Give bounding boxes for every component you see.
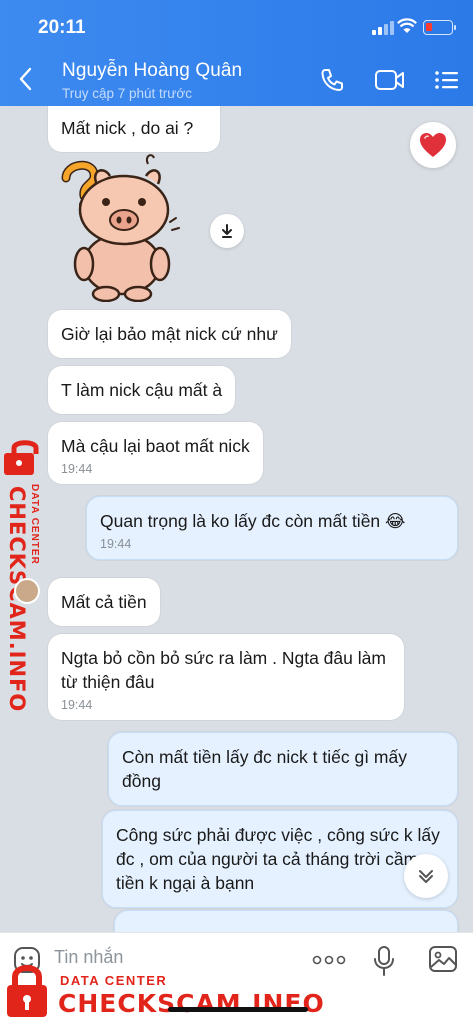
message-bubble-mine[interactable]: Công sức phải được việc , công sức k lấy… xyxy=(102,810,458,908)
back-icon[interactable] xyxy=(14,64,38,94)
watermark-subtitle: DATA CENTER xyxy=(29,484,40,565)
lock-icon xyxy=(4,440,39,475)
message-bubble[interactable]: Mà cậu lại baot mất nick 19:44 xyxy=(48,422,263,484)
chevron-double-down-icon xyxy=(419,870,433,883)
message-text: T làm nick cậu mất à xyxy=(61,380,223,400)
lock-icon xyxy=(7,965,47,1017)
home-indicator xyxy=(168,1007,308,1012)
download-button[interactable] xyxy=(210,214,244,248)
message-text: Quan trọng là ko lấy đc còn mất tiền 😂 xyxy=(100,511,406,531)
message-input[interactable]: Tin nhắn xyxy=(54,947,123,968)
message-input-bar: Tin nhắn DATA CENTER CHECKSCAM.INFO xyxy=(0,932,473,1024)
message-text: Mà cậu lại baot mất nick xyxy=(61,436,250,456)
message-time: 19:44 xyxy=(61,462,93,476)
phone-icon[interactable] xyxy=(318,66,346,94)
message-bubble[interactable]: T làm nick cậu mất à xyxy=(48,366,236,414)
message-text: Mất cả tiền xyxy=(61,592,147,612)
heart-reaction-button[interactable] xyxy=(410,122,456,168)
more-options-icon[interactable] xyxy=(312,955,346,965)
chat-header: 20:11 Nguyễn Hoàng Quân Truy cập 7 phút … xyxy=(0,0,473,106)
message-text: Mất nick , do ai ? xyxy=(61,118,194,138)
battery-icon xyxy=(423,20,456,35)
status-time: 20:11 xyxy=(38,17,86,38)
message-text: Còn mất tiền lấy đc nick t tiếc gì mấy đ… xyxy=(122,747,407,791)
avatar[interactable] xyxy=(14,578,40,604)
signal-icon xyxy=(372,21,394,35)
contact-name[interactable]: Nguyễn Hoàng Quân xyxy=(62,60,242,82)
message-text: Công sức phải được việc , công sức k lấy… xyxy=(116,825,440,893)
message-bubble-mine[interactable]: Còn mất tiền lấy đc nick t tiếc gì mấy đ… xyxy=(108,732,458,806)
heart-icon xyxy=(420,133,446,157)
watermark-brand: CHECKSCAM.INFO xyxy=(58,989,325,1018)
message-list[interactable]: Mất nick , do ai ? Giờ lại bảo mật nick … xyxy=(0,106,473,932)
message-time: 19:44 xyxy=(100,537,132,551)
video-call-icon[interactable] xyxy=(374,68,406,92)
message-text: Ngta bỏ cồn bỏ sức ra làm . Ngta đâu làm… xyxy=(61,648,386,692)
contact-status: Truy cập 7 phút trước xyxy=(62,86,192,101)
wifi-icon xyxy=(397,18,417,33)
message-bubble-mine[interactable]: Quan trọng là ko lấy đc còn mất tiền 😂 1… xyxy=(86,496,458,560)
message-bubble[interactable]: Mất cả tiền xyxy=(48,578,160,626)
image-icon[interactable] xyxy=(428,945,458,973)
microphone-icon[interactable] xyxy=(372,945,396,977)
message-bubble[interactable]: Mất nick , do ai ? xyxy=(48,106,220,152)
watermark-subtitle: DATA CENTER xyxy=(60,973,168,988)
message-bubble-partial[interactable] xyxy=(114,910,458,932)
message-bubble[interactable]: Giờ lại bảo mật nick cứ như xyxy=(48,310,291,358)
menu-icon[interactable] xyxy=(434,70,460,90)
download-icon xyxy=(222,224,232,238)
scroll-to-bottom-button[interactable] xyxy=(404,854,448,898)
message-time: 19:44 xyxy=(61,698,93,712)
message-text: Giờ lại bảo mật nick cứ như xyxy=(61,324,278,344)
watermark-side: CHECKSCAM.INFO DATA CENTER xyxy=(0,436,50,712)
message-bubble[interactable]: Ngta bỏ cồn bỏ sức ra làm . Ngta đâu làm… xyxy=(48,634,404,720)
pig-sticker-image[interactable] xyxy=(58,152,188,302)
